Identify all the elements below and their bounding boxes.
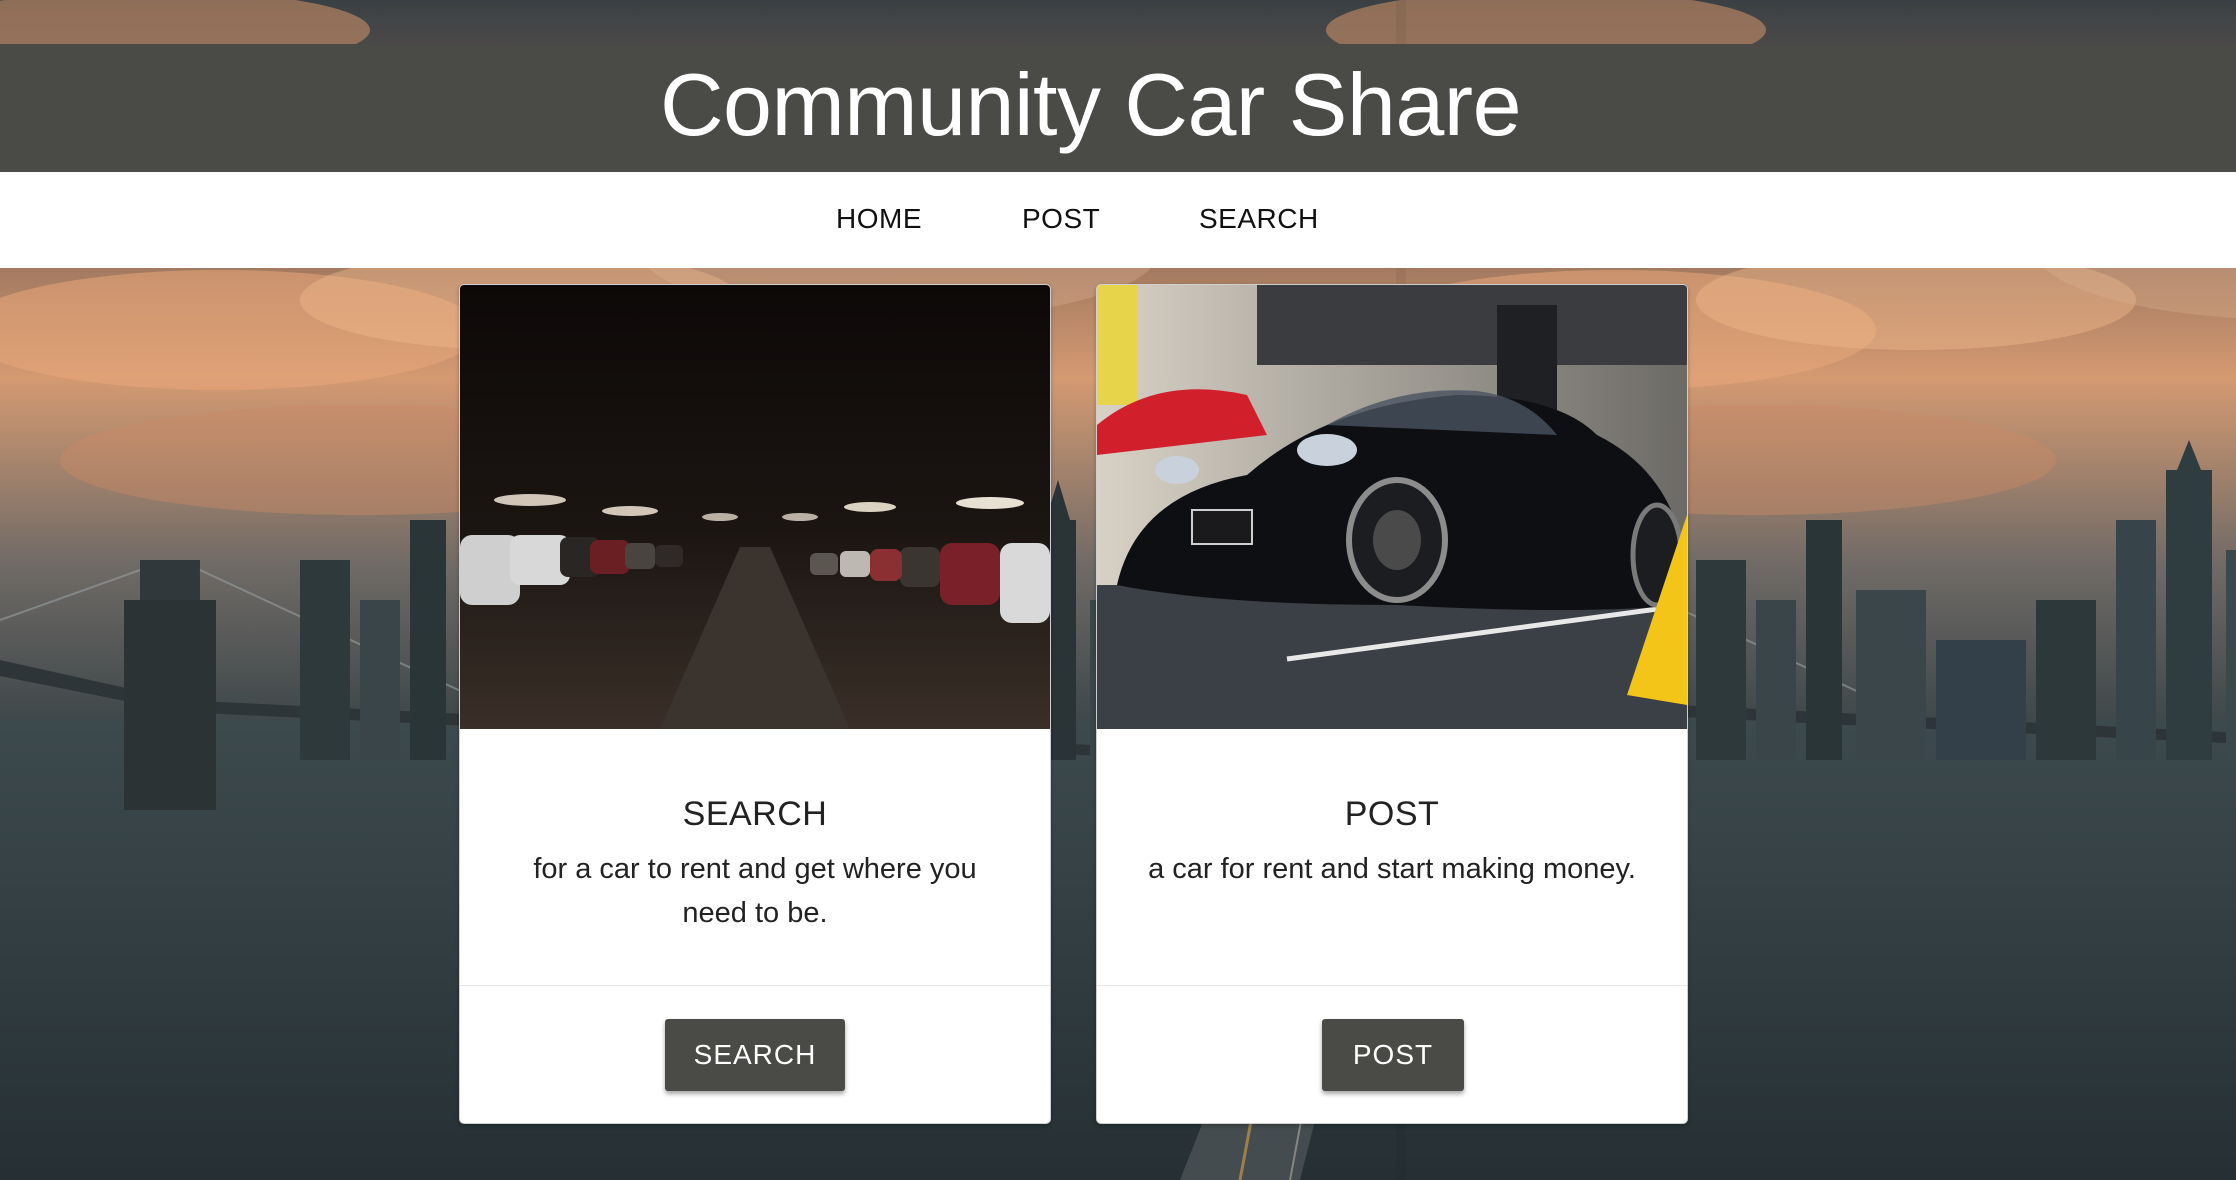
nav-post[interactable]: POST: [1022, 203, 1100, 235]
post-card: POST a car for rent and start making mon…: [1096, 284, 1688, 1124]
card-divider: [1097, 985, 1687, 986]
site-header: Community Car Share: [0, 44, 2236, 172]
parking-garage-image: [460, 285, 1050, 729]
post-card-text: a car for rent and start making money.: [1148, 853, 1636, 885]
sports-car-image: [1097, 285, 1687, 729]
nav-search[interactable]: SEARCH: [1199, 203, 1319, 235]
search-card-text: for a car to rent and get where you need…: [533, 853, 977, 929]
search-card-title: SEARCH: [682, 795, 828, 833]
post-card-title: POST: [1344, 795, 1440, 833]
post-button[interactable]: POST: [1322, 1019, 1464, 1091]
site-title: Community Car Share: [660, 55, 1522, 154]
search-button[interactable]: SEARCH: [665, 1019, 845, 1091]
card-divider: [460, 985, 1050, 986]
nav-home[interactable]: HOME: [836, 203, 922, 235]
main-nav: HOME POST SEARCH: [0, 172, 2236, 268]
search-card: SEARCH for a car to rent and get where y…: [459, 284, 1051, 1124]
